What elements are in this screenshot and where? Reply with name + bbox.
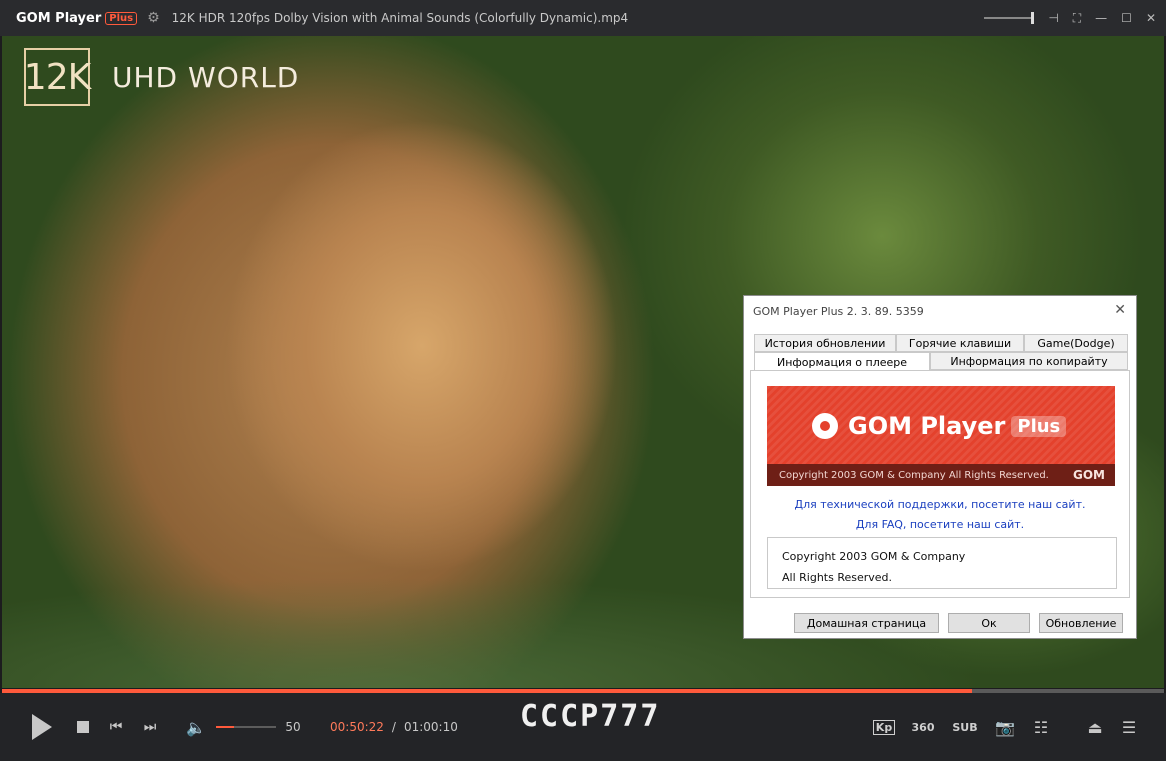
kp-label: Kp <box>872 719 896 735</box>
gom-banner: GOM Player Plus Copyright 2003 GOM & Com… <box>767 386 1115 486</box>
dialog-close-icon[interactable]: ✕ <box>1114 302 1126 318</box>
subtitle-button[interactable]: SUB <box>950 693 980 761</box>
next-icon: ⏭ <box>143 719 157 735</box>
faq-link[interactable]: Для FAQ, посетите наш сайт. <box>751 518 1129 531</box>
tab-copyright-info[interactable]: Информация по копирайту <box>930 352 1128 370</box>
time-separator: / <box>391 720 396 734</box>
close-icon[interactable]: ✕ <box>1146 11 1156 25</box>
playlist-button[interactable]: ☰ <box>1118 693 1140 761</box>
app-logo[interactable]: GOM Player Plus <box>16 10 138 26</box>
dialog-title: GOM Player Plus 2. 3. 89. 5359 <box>753 304 924 318</box>
banner-logo: GOM Player Plus <box>812 412 1067 440</box>
vr-360-button[interactable]: 360 <box>910 693 936 761</box>
banner-copyright: Copyright 2003 GOM & Company All Rights … <box>767 464 1115 486</box>
play-icon <box>32 714 52 740</box>
gear-icon[interactable]: ⚙ <box>147 10 160 26</box>
copyright-box: Copyright 2003 GOM & Company All Rights … <box>767 537 1117 589</box>
kp-button[interactable]: Kp <box>872 693 896 761</box>
volume-fill <box>216 726 234 728</box>
video-brand-overlay: 12K UHD WORLD <box>24 48 299 106</box>
ok-button[interactable]: Ок <box>948 613 1030 633</box>
tabs-row-top: История обновлении Горячие клавиши Game(… <box>754 334 1128 352</box>
about-dialog: GOM Player Plus 2. 3. 89. 5359 ✕ История… <box>743 295 1137 639</box>
support-link[interactable]: Для технической поддержки, посетите наш … <box>751 498 1129 511</box>
copyright-line-1: Copyright 2003 GOM & Company <box>782 550 966 563</box>
title-bar: GOM Player Plus ⚙ 12K HDR 120fps Dolby V… <box>0 0 1166 36</box>
equalizer-icon: ☷ <box>1033 717 1049 737</box>
minimize-icon[interactable]: — <box>1095 11 1107 25</box>
tab-player-info[interactable]: Информация о плеере <box>754 352 930 371</box>
home-page-button[interactable]: Домашная страница <box>794 613 939 633</box>
next-button[interactable]: ⏭ <box>140 693 160 761</box>
copyright-line-2: All Rights Reserved. <box>782 571 893 584</box>
update-button[interactable]: Обновление <box>1039 613 1123 633</box>
prev-icon: ⏮ <box>109 719 123 735</box>
vr-360-label: 360 <box>911 720 935 734</box>
opacity-slider-knob[interactable] <box>1031 12 1035 24</box>
eject-button[interactable]: ⏏ <box>1084 693 1106 761</box>
volume-value: 50 <box>285 720 301 734</box>
app-plus-badge: Plus <box>105 11 138 25</box>
tab-game-dodge[interactable]: Game(Dodge) <box>1024 334 1128 352</box>
12k-logo: 12K <box>24 48 91 106</box>
window-controls: ⊣ ⛶ — ☐ ✕ <box>984 0 1156 36</box>
time-display: 00:50:22 / 01:00:10 <box>330 693 470 761</box>
subtitle-label: SUB <box>952 720 978 734</box>
playlist-icon: ☰ <box>1121 717 1137 737</box>
volume-track <box>216 726 276 728</box>
screenshot-button[interactable]: 📷 <box>994 693 1016 761</box>
speaker-icon: 🔈 <box>186 717 206 737</box>
play-button[interactable] <box>28 693 56 761</box>
control-bar: ⏮ ⏭ 🔈 50 00:50:22 / 01:00:10 CCCP777 Kp … <box>0 693 1166 761</box>
tab-hotkeys[interactable]: Горячие клавиши <box>896 334 1024 352</box>
watermark-text: CCCP777 <box>520 699 661 734</box>
app-name: GOM Player <box>16 10 102 26</box>
camera-icon: 📷 <box>995 717 1015 737</box>
volume-slider[interactable] <box>216 693 276 761</box>
banner-gom-mark: GOM <box>1073 468 1105 482</box>
banner-title: GOM Player <box>848 412 1006 440</box>
equalizer-button[interactable]: ☷ <box>1030 693 1052 761</box>
tab-update-history[interactable]: История обновлении <box>754 334 896 352</box>
stop-button[interactable] <box>74 693 92 761</box>
current-time: 00:50:22 <box>330 720 384 734</box>
file-title: 12K HDR 120fps Dolby Vision with Animal … <box>171 11 629 25</box>
fullscreen-icon[interactable]: ⛶ <box>1073 11 1081 26</box>
uhd-world-text: UHD WORLD <box>112 60 300 94</box>
gom-mascot-icon <box>812 413 838 439</box>
banner-plus: Plus <box>1011 415 1067 437</box>
mute-button[interactable]: 🔈 <box>184 693 208 761</box>
opacity-slider[interactable] <box>984 12 1035 24</box>
total-time: 01:00:10 <box>403 720 458 734</box>
eject-icon: ⏏ <box>1087 717 1103 737</box>
tabs-row-bottom: Информация о плеере Информация по копира… <box>754 352 1128 371</box>
pin-icon[interactable]: ⊣ <box>1048 11 1058 25</box>
stop-icon <box>77 721 89 733</box>
player-info-panel: GOM Player Plus Copyright 2003 GOM & Com… <box>750 370 1130 598</box>
prev-button[interactable]: ⏮ <box>106 693 126 761</box>
maximize-icon[interactable]: ☐ <box>1121 11 1132 25</box>
